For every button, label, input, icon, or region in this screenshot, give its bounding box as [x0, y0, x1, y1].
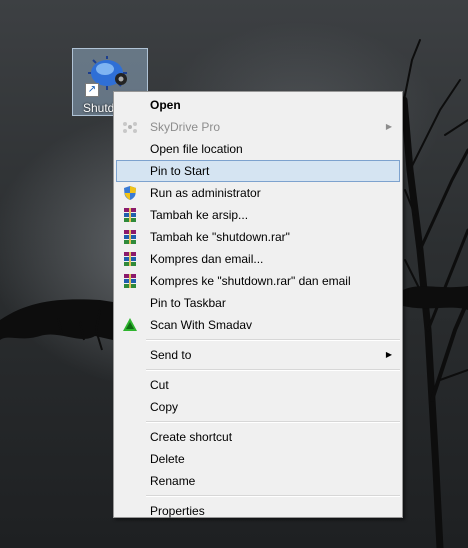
menu-item-label: Open file location [150, 142, 243, 156]
menu-item-label: Cut [150, 378, 169, 392]
menu-item-run-as-administrator[interactable]: Run as administrator [116, 182, 400, 204]
menu-item-pin-to-taskbar[interactable]: Pin to Taskbar [116, 292, 400, 314]
menu-item-kompres-dan-email[interactable]: Kompres dan email... [116, 248, 400, 270]
menu-item-label: Copy [150, 400, 179, 414]
menu-item-label: Tambah ke arsip... [150, 208, 249, 222]
menu-item-cut[interactable]: Cut [116, 374, 400, 396]
menu-separator [146, 495, 400, 497]
menu-item-label: Kompres ke "shutdown.rar" dan email [150, 274, 351, 288]
uac-shield-icon [124, 186, 136, 200]
menu-item-label: Open [150, 98, 181, 112]
menu-item-properties[interactable]: Properties [116, 500, 400, 522]
context-menu: Open SkyDrive Pro ▶ Open file location P… [113, 91, 403, 518]
menu-separator [146, 369, 400, 371]
smadav-icon [123, 318, 137, 331]
menu-item-label: Scan With Smadav [150, 318, 253, 332]
winrar-icon [124, 274, 136, 288]
winrar-icon [124, 208, 136, 222]
menu-item-tambah-ke-shutdown-rar[interactable]: Tambah ke "shutdown.rar" [116, 226, 400, 248]
menu-item-skydrive-pro[interactable]: SkyDrive Pro ▶ [116, 116, 400, 138]
menu-separator [146, 421, 400, 423]
submenu-arrow-icon: ▶ [385, 122, 392, 131]
menu-item-pin-to-start[interactable]: Pin to Start [116, 160, 400, 182]
winrar-icon [124, 252, 136, 266]
menu-item-tambah-ke-arsip[interactable]: Tambah ke arsip... [116, 204, 400, 226]
menu-separator [146, 339, 400, 341]
submenu-arrow-icon: ▶ [385, 350, 392, 359]
menu-item-label: Create shortcut [150, 430, 233, 444]
menu-item-label: Send to [150, 348, 192, 362]
menu-item-label: Properties [150, 504, 205, 518]
menu-item-delete[interactable]: Delete [116, 448, 400, 470]
menu-item-label: Pin to Taskbar [150, 296, 226, 310]
menu-item-scan-with-smadav[interactable]: Scan With Smadav [116, 314, 400, 336]
menu-item-open-file-location[interactable]: Open file location [116, 138, 400, 160]
menu-item-label: SkyDrive Pro [150, 120, 221, 134]
menu-item-label: Delete [150, 452, 185, 466]
menu-item-label: Tambah ke "shutdown.rar" [150, 230, 290, 244]
menu-item-send-to[interactable]: Send to ▶ [116, 344, 400, 366]
menu-item-label: Kompres dan email... [150, 252, 264, 266]
menu-item-kompres-ke-shutdown-rar-dan-email[interactable]: Kompres ke "shutdown.rar" dan email [116, 270, 400, 292]
menu-item-label: Pin to Start [150, 164, 210, 178]
menu-item-copy[interactable]: Copy [116, 396, 400, 418]
skydrive-icon [123, 122, 137, 133]
menu-item-create-shortcut[interactable]: Create shortcut [116, 426, 400, 448]
menu-item-label: Run as administrator [150, 186, 261, 200]
menu-item-open[interactable]: Open [116, 94, 400, 116]
menu-item-rename[interactable]: Rename [116, 470, 400, 492]
menu-item-label: Rename [150, 474, 196, 488]
winrar-icon [124, 230, 136, 244]
shortcut-arrow-icon: ↗ [85, 83, 99, 97]
